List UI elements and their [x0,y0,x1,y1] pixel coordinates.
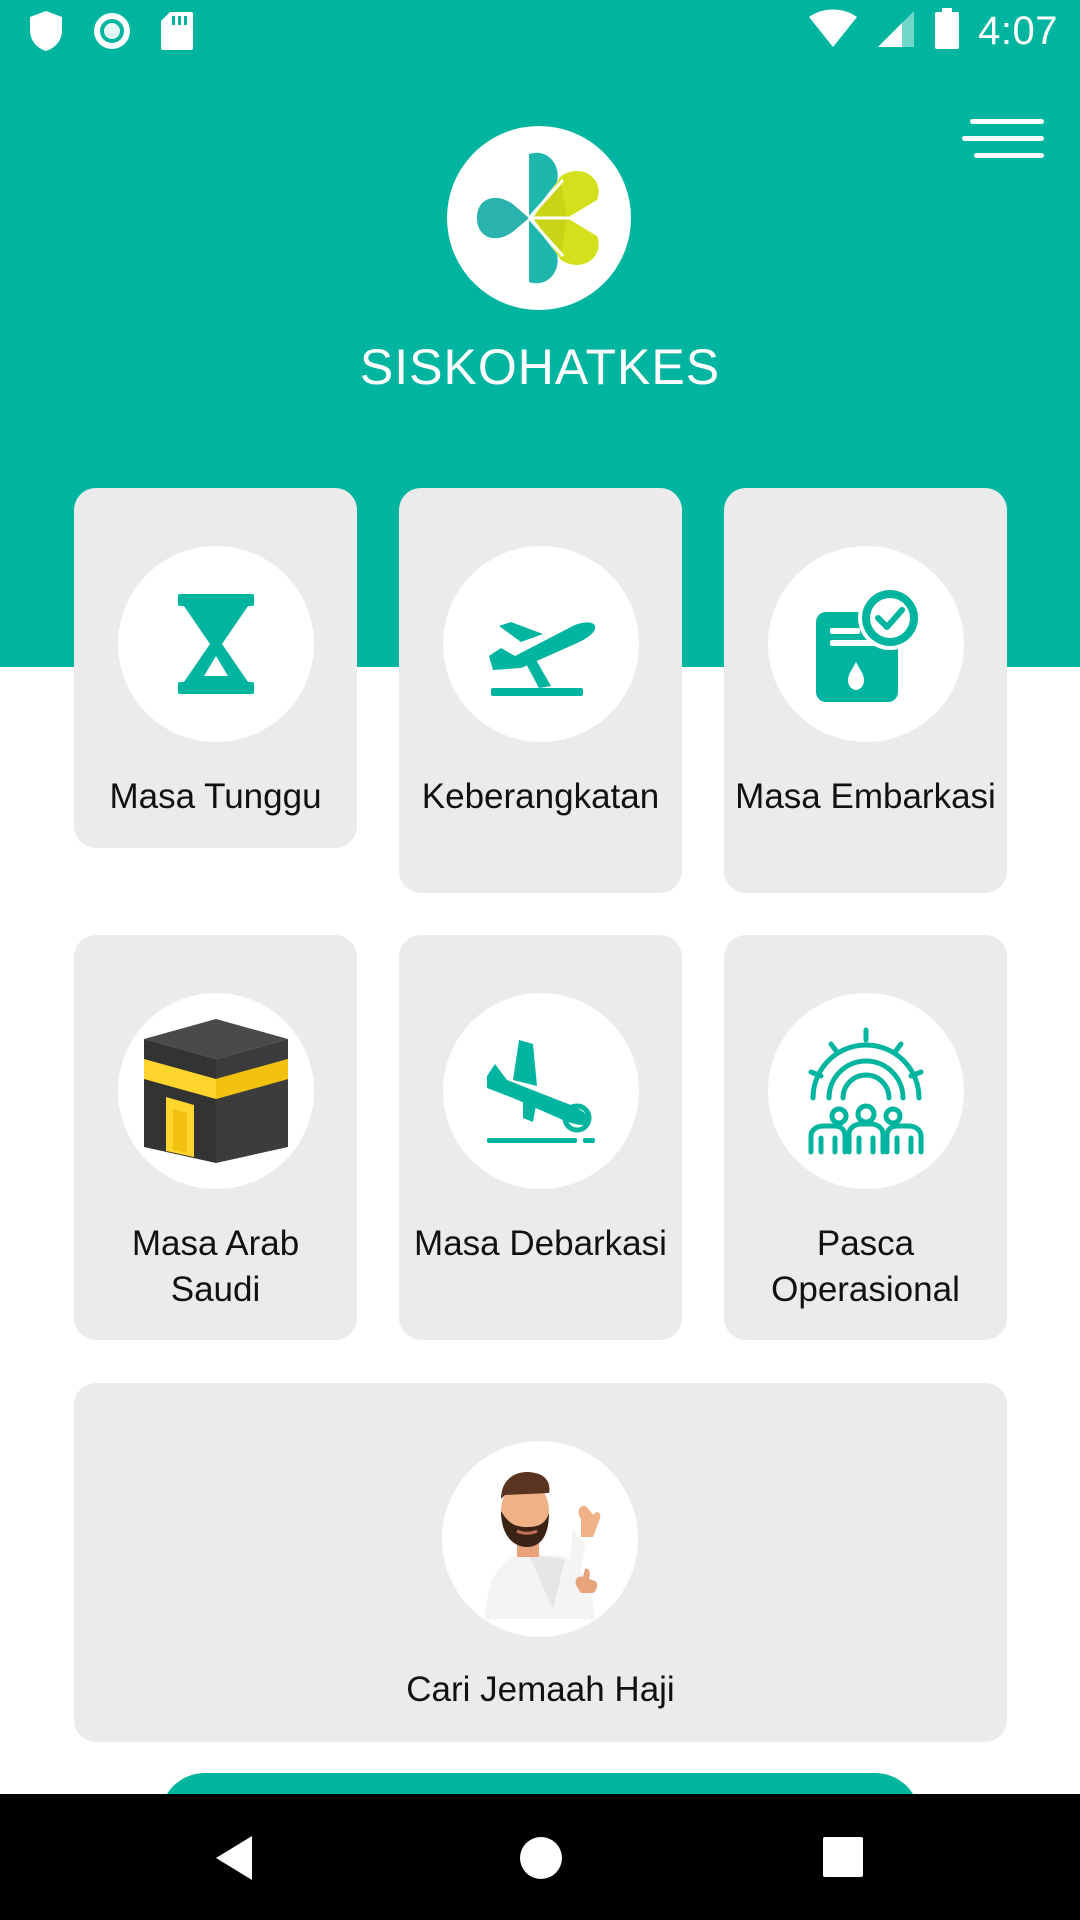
app-logo [447,126,631,310]
hourglass-icon [178,594,254,694]
card-label: Masa Debarkasi [414,1224,667,1263]
app-title: SISKOHATKES [359,339,721,395]
card-label: Masa Tunggu [109,777,322,816]
icon-circle [118,546,314,742]
pilgrim-avatar-icon [485,1472,601,1619]
shield-icon [28,10,64,57]
kemenkes-logo-icon [477,152,599,284]
icon-circle [768,993,964,1189]
people-gear-icon [808,1027,924,1155]
card-masa-tunggu[interactable]: Masa Tunggu [74,488,357,848]
card-cari-jemaah-haji[interactable]: Cari Jemaah Haji [74,1383,1007,1742]
kaaba-icon [144,1019,288,1163]
signal-icon [876,9,916,54]
home-icon[interactable] [519,1836,563,1885]
icon-circle [443,993,639,1189]
card-label: Cari Jemaah Haji [406,1670,675,1709]
app-screen: 4:07 SISKOHATKES Masa Tunggu Keberangkat… [0,0,1080,1920]
card-masa-embarkasi[interactable]: Masa Embarkasi [724,488,1007,893]
wifi-icon [808,9,858,54]
radio-icon [92,11,132,56]
icon-circle [443,546,639,742]
card-label: Pasca Operasional [771,1224,960,1309]
status-bar: 4:07 [0,0,1080,63]
card-label: Masa Arab Saudi [131,1224,300,1309]
sd-card-icon [160,11,194,56]
icon-circle [118,993,314,1189]
status-time: 4:07 [978,9,1058,53]
back-icon[interactable] [212,1834,256,1887]
card-label: Masa Embarkasi [735,777,996,816]
card-masa-arab-saudi[interactable]: Masa Arab Saudi [74,935,357,1340]
card-keberangkatan[interactable]: Keberangkatan [399,488,682,893]
card-pasca-operasional[interactable]: Pasca Operasional [724,935,1007,1340]
icon-circle [768,546,964,742]
navigation-bar [0,1794,1080,1920]
recents-icon[interactable] [822,1836,864,1883]
icon-circle [442,1441,638,1637]
card-masa-debarkasi[interactable]: Masa Debarkasi [399,935,682,1340]
hamburger-menu-icon[interactable] [962,115,1044,167]
battery-icon [934,8,960,55]
airplane-takeoff-icon [489,622,596,696]
airplane-landing-icon [487,1040,595,1143]
document-check-icon [816,586,922,702]
card-label: Keberangkatan [421,777,660,816]
